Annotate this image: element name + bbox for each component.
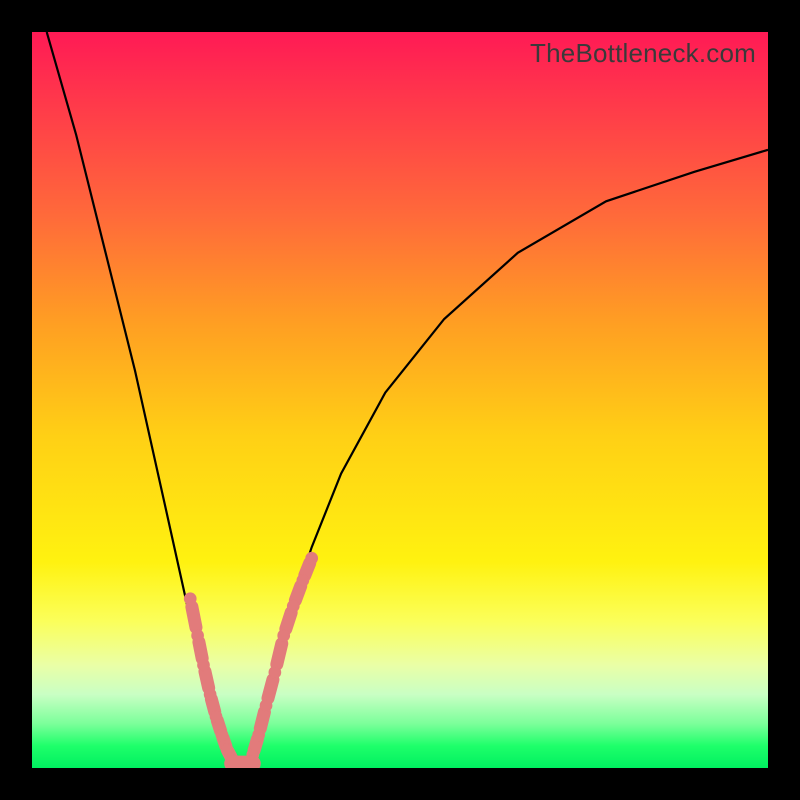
bottleneck-curve xyxy=(47,32,768,765)
chart-frame: TheBottleneck.com xyxy=(0,0,800,800)
plot-gradient-background: TheBottleneck.com xyxy=(32,32,768,768)
chart-svg xyxy=(32,32,768,768)
highlight-beads-right xyxy=(247,552,318,760)
highlight-beads-left xyxy=(184,593,238,765)
